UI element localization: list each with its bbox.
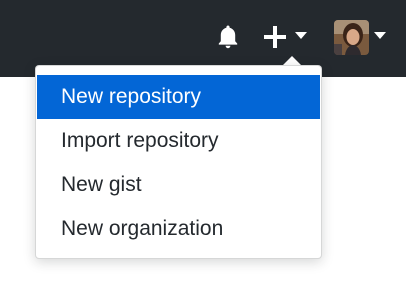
dropdown-pointer <box>283 56 301 65</box>
avatar <box>334 20 369 55</box>
chevron-down-icon <box>295 32 307 39</box>
menu-item-new-organization[interactable]: New organization <box>37 207 320 251</box>
page: New repository Import repository New gis… <box>0 0 406 302</box>
plus-icon <box>264 26 286 48</box>
notifications-button[interactable] <box>214 22 242 50</box>
create-new-dropdown-menu: New repository Import repository New gis… <box>35 65 322 259</box>
menu-item-new-repository[interactable]: New repository <box>37 75 320 119</box>
menu-item-import-repository[interactable]: Import repository <box>37 119 320 163</box>
menu-item-new-gist[interactable]: New gist <box>37 163 320 207</box>
bell-icon <box>218 25 238 49</box>
user-menu-button[interactable] <box>334 20 398 56</box>
create-new-button[interactable] <box>262 22 314 52</box>
chevron-down-icon <box>374 32 386 39</box>
